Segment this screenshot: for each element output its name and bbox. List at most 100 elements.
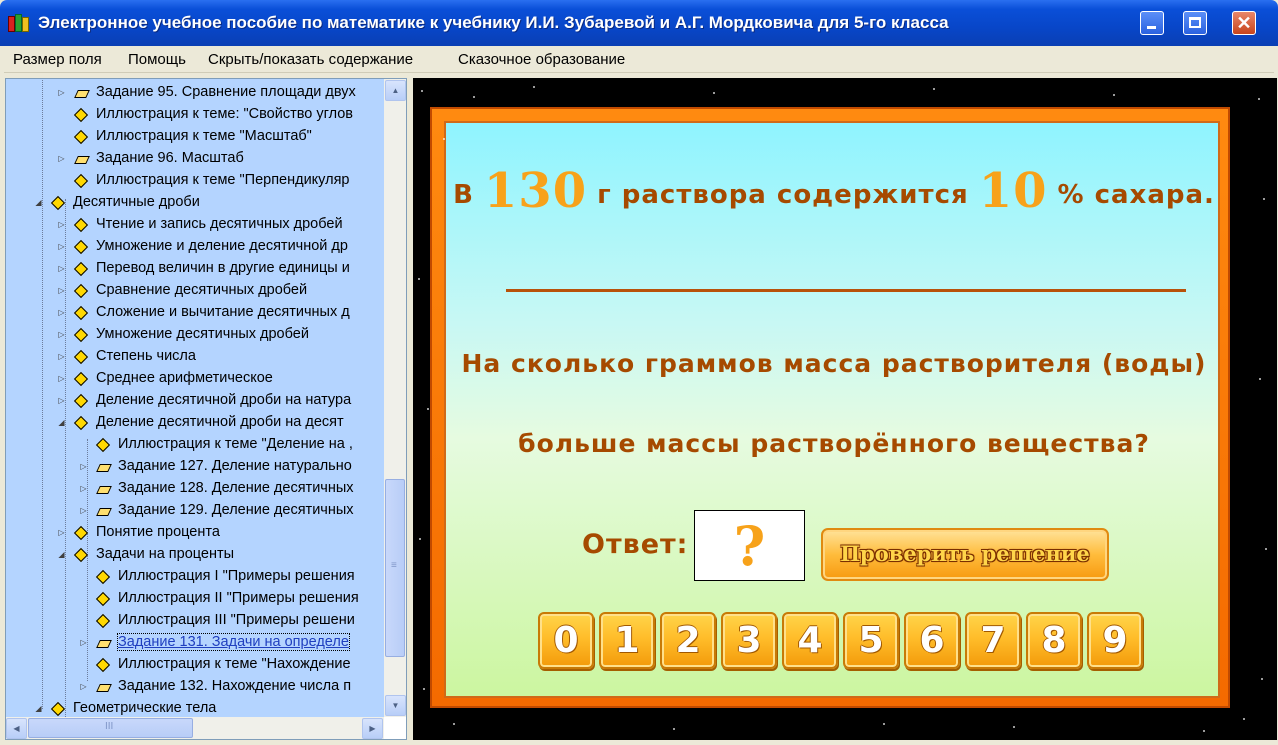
minimize-button[interactable] xyxy=(1140,11,1164,35)
tree-item-label: Сложение и вычитание десятичных д xyxy=(96,304,350,320)
collapse-icon[interactable] xyxy=(57,551,66,560)
tree-item[interactable]: Задание 128. Деление десятичных xyxy=(6,479,384,501)
expand-icon[interactable] xyxy=(57,397,66,406)
tree-item-label: Сравнение десятичных дробей xyxy=(96,282,308,298)
tree-item[interactable]: Деление десятичной дроби на десят xyxy=(6,413,384,435)
expand-icon[interactable] xyxy=(57,265,66,274)
tree-item[interactable]: Задание 127. Деление натурально xyxy=(6,457,384,479)
tree-item[interactable]: Задачи на проценты xyxy=(6,545,384,567)
tree-item[interactable]: Иллюстрация к теме "Нахождение xyxy=(6,655,384,677)
menu-field-size[interactable]: Размер поля xyxy=(13,51,102,68)
tree-item[interactable]: Иллюстрация к теме "Перпендикуляр xyxy=(6,171,384,193)
expand-icon[interactable] xyxy=(79,485,88,494)
tree-item[interactable]: Степень числа xyxy=(6,347,384,369)
collapse-icon[interactable] xyxy=(57,419,66,428)
tree-item[interactable]: Сравнение десятичных дробей xyxy=(6,281,384,303)
tree-vertical-scrollbar[interactable]: ▲ ≡ ▼ xyxy=(384,79,406,717)
statement-percent-number: 10 xyxy=(978,163,1048,219)
tree-item[interactable]: Иллюстрация к теме "Деление на , xyxy=(6,435,384,457)
tree-item[interactable]: Среднее арифметическое xyxy=(6,369,384,391)
star-decoration xyxy=(1261,678,1263,680)
collapse-icon[interactable] xyxy=(34,705,43,714)
answer-label: Ответ: xyxy=(582,529,689,560)
expand-icon[interactable] xyxy=(57,375,66,384)
tree-item-label: Задание 127. Деление натурально xyxy=(118,458,352,474)
tree-item[interactable]: Иллюстрация к теме: "Свойство углов xyxy=(6,105,384,127)
open-book-icon xyxy=(96,637,110,649)
expand-icon[interactable] xyxy=(79,507,88,516)
tree-item-label: Умножение десятичных дробей xyxy=(96,326,309,342)
tree-item[interactable]: Задание 132. Нахождение числа п xyxy=(6,677,384,699)
digit-button-7[interactable]: 7 xyxy=(965,612,1021,669)
star-decoration xyxy=(1013,726,1015,728)
digit-button-1[interactable]: 1 xyxy=(599,612,655,669)
digit-button-4[interactable]: 4 xyxy=(782,612,838,669)
close-button[interactable]: ✕ xyxy=(1232,11,1256,35)
statement-part-2: г раствора содержится xyxy=(597,180,969,210)
tree-item[interactable]: Иллюстрация к теме "Масштаб" xyxy=(6,127,384,149)
expand-icon[interactable] xyxy=(57,155,66,164)
diamond-icon xyxy=(74,351,88,363)
scroll-left-button[interactable]: ◀ xyxy=(6,718,27,739)
expand-icon[interactable] xyxy=(79,463,88,472)
digit-button-8[interactable]: 8 xyxy=(1026,612,1082,669)
tree-item-label: Деление десятичной дроби на натура xyxy=(96,392,352,408)
digit-button-0[interactable]: 0 xyxy=(538,612,594,669)
scroll-down-button[interactable]: ▼ xyxy=(385,695,406,716)
diamond-icon xyxy=(51,197,65,209)
tree-item[interactable]: Умножение и деление десятичной др xyxy=(6,237,384,259)
tree-horizontal-scrollbar[interactable]: ◀ III ▶ xyxy=(6,717,384,739)
tree-item[interactable]: Десятичные дроби xyxy=(6,193,384,215)
scroll-grip-icon: ≡ xyxy=(391,560,397,571)
digit-button-3[interactable]: 3 xyxy=(721,612,777,669)
menu-toggle-contents[interactable]: Скрыть/показать содержание xyxy=(208,51,413,68)
expand-icon[interactable] xyxy=(57,331,66,340)
digit-button-5[interactable]: 5 xyxy=(843,612,899,669)
tree-item[interactable]: Умножение десятичных дробей xyxy=(6,325,384,347)
tree-item[interactable]: Задание 129. Деление десятичных xyxy=(6,501,384,523)
tree-item[interactable]: Задание 96. Масштаб xyxy=(6,149,384,171)
digit-button-9[interactable]: 9 xyxy=(1087,612,1143,669)
menu-fairy-education[interactable]: Сказочное образование xyxy=(458,51,625,68)
tree-item[interactable]: Задание 131. Задачи на определе xyxy=(6,633,384,655)
expand-icon[interactable] xyxy=(79,639,88,648)
vertical-scroll-thumb[interactable]: ≡ xyxy=(385,479,405,657)
expand-icon[interactable] xyxy=(57,89,66,98)
tree-item[interactable]: Сложение и вычитание десятичных д xyxy=(6,303,384,325)
scroll-up-button[interactable]: ▲ xyxy=(385,80,406,101)
expand-icon[interactable] xyxy=(57,309,66,318)
tree-item[interactable]: Иллюстрация III "Примеры решени xyxy=(6,611,384,633)
collapse-icon[interactable] xyxy=(34,199,43,208)
tree-item-label: Иллюстрация III "Примеры решени xyxy=(118,612,355,628)
diamond-icon xyxy=(96,659,110,671)
expand-icon[interactable] xyxy=(79,683,88,692)
tree-item[interactable]: Перевод величин в другие единицы и xyxy=(6,259,384,281)
expand-icon[interactable] xyxy=(57,287,66,296)
tree-item-label: Задачи на проценты xyxy=(96,546,235,562)
problem-statement: В 130 г раствора содержится 10 % сахара. xyxy=(446,163,1222,243)
tree-item[interactable]: Иллюстрация II "Примеры решения xyxy=(6,589,384,611)
tree-item[interactable]: Иллюстрация I "Примеры решения xyxy=(6,567,384,589)
star-decoration xyxy=(1265,548,1267,550)
tree-item[interactable]: Геометрические тела xyxy=(6,699,384,717)
menu-help[interactable]: Помощь xyxy=(128,51,186,68)
scroll-right-button[interactable]: ▶ xyxy=(362,718,383,739)
expand-icon[interactable] xyxy=(57,529,66,538)
maximize-button[interactable] xyxy=(1183,11,1207,35)
expand-icon[interactable] xyxy=(57,353,66,362)
expand-icon[interactable] xyxy=(57,221,66,230)
answer-field[interactable]: ? xyxy=(694,510,805,581)
tree-item[interactable]: Деление десятичной дроби на натура xyxy=(6,391,384,413)
horizontal-scroll-thumb[interactable]: III xyxy=(28,718,193,738)
check-solution-button[interactable]: Проверить решение xyxy=(821,528,1109,581)
digit-button-6[interactable]: 6 xyxy=(904,612,960,669)
tree-item[interactable]: Понятие процента xyxy=(6,523,384,545)
tree-item[interactable]: Задание 95. Сравнение площади двух xyxy=(6,83,384,105)
star-decoration xyxy=(1263,198,1265,200)
expand-icon[interactable] xyxy=(57,243,66,252)
tree-item[interactable]: Чтение и запись десятичных дробей xyxy=(6,215,384,237)
contents-tree[interactable]: Задание 95. Сравнение площади двух Иллюст… xyxy=(6,79,384,717)
digit-button-2[interactable]: 2 xyxy=(660,612,716,669)
star-decoration xyxy=(453,723,455,725)
contents-tree-panel: Задание 95. Сравнение площади двух Иллюст… xyxy=(5,78,407,740)
